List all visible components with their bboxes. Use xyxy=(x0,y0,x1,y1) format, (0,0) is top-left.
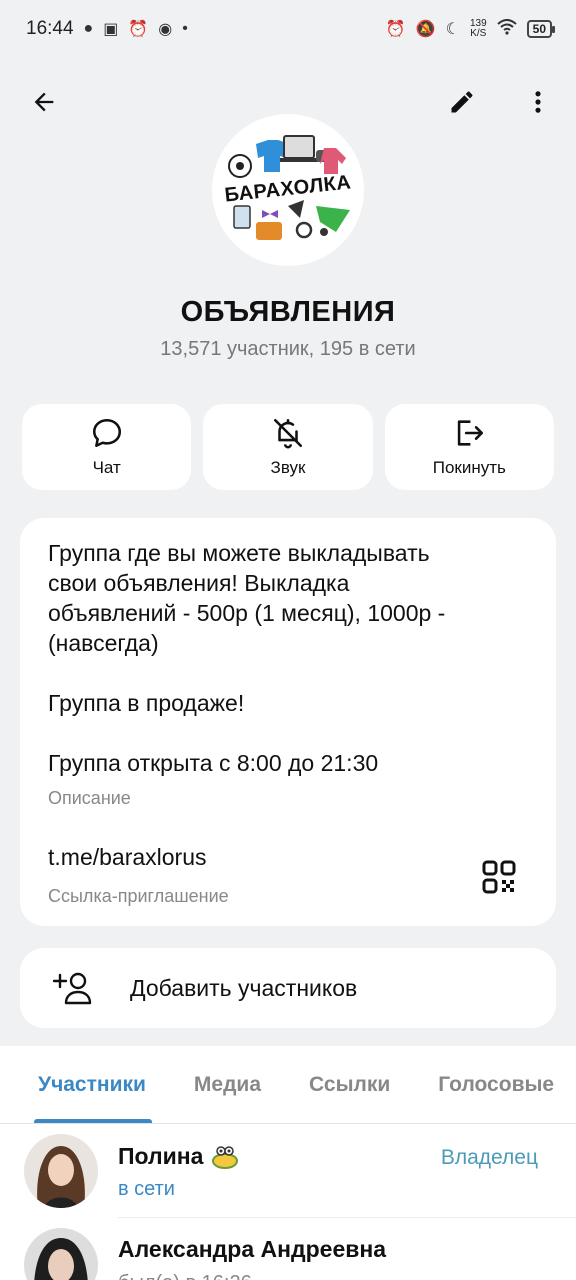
mute-icon: 🔕 xyxy=(415,21,436,38)
invite-link-label: Ссылка-приглашение xyxy=(48,886,229,906)
alarm-icon: ⏰ xyxy=(385,21,406,38)
member-role-badge: Владелец xyxy=(440,1146,538,1169)
member-name: Полина xyxy=(118,1142,239,1170)
wifi-icon xyxy=(496,18,517,40)
status-time: 16:44 xyxy=(26,18,74,39)
battery-indicator: 50 xyxy=(526,20,556,38)
status-bar-right: ⏰ 🔕 ☾ 139 K/S 50 xyxy=(385,18,556,40)
tab-media[interactable]: Медиа xyxy=(170,1073,285,1123)
member-avatar xyxy=(24,1134,98,1208)
group-subtitle: 13,571 участник, 195 в сети xyxy=(160,338,416,360)
sound-button[interactable]: Звук xyxy=(203,404,373,490)
chat-button-label: Чат xyxy=(92,458,121,477)
edit-pencil-icon[interactable] xyxy=(438,78,486,126)
member-avatar xyxy=(24,1228,98,1280)
network-speed: 139 K/S xyxy=(469,18,487,39)
profile-tabs: Участники Медиа Ссылки Голосовые xyxy=(0,1046,576,1124)
qr-code-icon[interactable] xyxy=(482,860,516,894)
members-section: Участники Медиа Ссылки Голосовые Полина … xyxy=(0,1046,576,1280)
status-bar: 16:44 ● ▣ ⏰ ◉ • ⏰ 🔕 ☾ 139 K/S 50 xyxy=(0,0,576,58)
gallery-notification-icon: ▣ xyxy=(103,21,119,38)
chat-notification-icon: ● xyxy=(83,20,94,37)
member-status: в сети xyxy=(118,1178,175,1200)
tab-members[interactable]: Участники xyxy=(0,1073,170,1123)
more-notifications-icon: • xyxy=(182,20,188,37)
sound-button-label: Звук xyxy=(270,458,306,477)
group-avatar[interactable]: БАРАХОЛКА xyxy=(212,114,364,266)
leave-button[interactable]: Покинуть xyxy=(384,404,554,490)
add-user-icon xyxy=(52,972,92,1005)
member-name: Александра Андреевна xyxy=(118,1236,387,1262)
group-title: ОБЪЯВЛЕНИЯ xyxy=(180,296,396,328)
alarm-notification-icon: ⏰ xyxy=(128,21,149,38)
more-options-icon[interactable] xyxy=(514,78,562,126)
member-row[interactable]: Александра Андреевна был(а) в 16:26 xyxy=(0,1218,576,1280)
chat-button[interactable]: Чат xyxy=(22,404,192,490)
tab-voice[interactable]: Голосовые xyxy=(414,1073,576,1123)
group-description: Группа где вы можете выкладывать свои об… xyxy=(48,540,446,776)
bell-off-icon xyxy=(273,418,303,449)
tab-links[interactable]: Ссылки xyxy=(285,1073,414,1123)
member-row[interactable]: Полина в сети Владелец xyxy=(0,1124,576,1218)
app-notification-icon: ◉ xyxy=(158,21,173,38)
leave-button-label: Покинуть xyxy=(432,458,506,477)
description-label: Описание xyxy=(48,788,131,808)
group-info-card: Группа где вы можете выкладывать свои об… xyxy=(20,518,556,926)
add-members-button[interactable]: Добавить участников xyxy=(20,948,556,1028)
add-members-label: Добавить участников xyxy=(130,974,358,1001)
do-not-disturb-icon: ☾ xyxy=(445,21,460,38)
chat-bubble-icon xyxy=(92,418,121,448)
emoji-status-icon xyxy=(212,1146,239,1169)
invite-link[interactable]: t.me/baraxlorus xyxy=(48,844,207,871)
status-bar-left: 16:44 ● ▣ ⏰ ◉ • xyxy=(26,18,188,40)
back-arrow-icon[interactable] xyxy=(20,78,68,126)
leave-icon xyxy=(458,420,484,446)
member-status: был(а) в 16:26 xyxy=(118,1272,252,1280)
action-buttons: Чат Звук Покинуть xyxy=(22,404,554,490)
